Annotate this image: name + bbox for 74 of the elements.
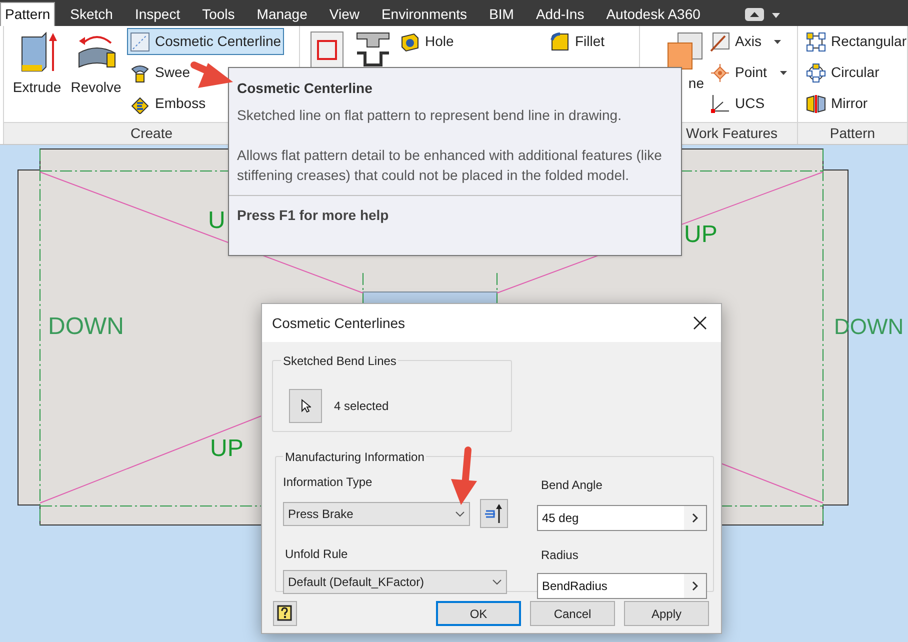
dialog-title: Cosmetic Centerlines [272, 314, 406, 332]
ucs-icon [710, 94, 730, 114]
panel-title: Pattern [830, 124, 876, 143]
help-icon [277, 605, 293, 622]
dropdown[interactable]: Default (Default_KFactor) [283, 570, 507, 594]
ribbon-button[interactable]: Point [707, 59, 790, 86]
minimize-ribbon-icon[interactable] [745, 8, 764, 21]
dropdown[interactable]: Press Brake [283, 502, 470, 526]
selection-count: 4 selected [334, 398, 389, 415]
circular-pattern-icon [806, 62, 826, 82]
ribbon-button[interactable]: Emboss [127, 90, 209, 117]
ribbon-tab[interactable]: View [322, 2, 366, 26]
ribbon-button[interactable]: ne [645, 28, 707, 92]
input-field[interactable]: BendRadius [537, 573, 707, 599]
ribbon-button[interactable]: Cosmetic Centerline [127, 28, 284, 55]
ribbon-tab[interactable]: Environments [374, 2, 474, 26]
ribbon-button[interactable]: Revolve [65, 28, 127, 96]
point-icon [710, 62, 730, 82]
ribbon-tab[interactable]: Pattern [0, 2, 56, 26]
bend-direction-label: UP [684, 221, 718, 249]
field-label: Information Type [283, 474, 374, 491]
hole-icon [400, 32, 420, 52]
ribbon-tab[interactable]: Add-Ins [528, 2, 592, 26]
bend-direction-label: U [208, 207, 226, 235]
ribbon-tab[interactable]: BIM [482, 2, 521, 26]
chevron-icon [492, 579, 502, 585]
caret-icon[interactable] [772, 13, 780, 18]
bend-direction-label: UP [210, 435, 244, 463]
chevron-icon [455, 510, 465, 516]
ribbon-tab[interactable]: Manage [250, 2, 314, 26]
rectangular-pattern-icon [806, 32, 826, 52]
tooltip-text: Allows flat pattern detail to be enhanced with additional features (like stiffening creases) that could not be placed in the folded model. [236, 146, 663, 185]
annotation-arrow [449, 445, 479, 507]
ribbon-button[interactable]: Fillet [547, 28, 608, 55]
ribbon-tab[interactable]: Autodesk A360 [599, 2, 708, 26]
dialog-button[interactable]: Cancel [530, 601, 615, 626]
chevron-icon[interactable] [684, 574, 706, 598]
ribbon-button[interactable]: Extrude [9, 28, 65, 96]
tooltip-footer: Press F1 for more help [229, 196, 681, 226]
close-icon[interactable] [693, 316, 707, 330]
ribbon-tab[interactable]: Tools [195, 2, 242, 26]
field-label: Bend Angle [541, 478, 602, 492]
fillet-icon [550, 32, 570, 52]
tooltip-title: Cosmetic Centerline [236, 79, 374, 98]
dialog-button[interactable]: Apply [624, 601, 709, 626]
ribbon-tab[interactable]: Inspect [128, 2, 188, 26]
input-field[interactable]: 45 deg [537, 505, 707, 531]
panel-title: Create [130, 124, 173, 143]
axis-icon [710, 32, 730, 52]
caret-icon [780, 70, 787, 74]
help-button[interactable] [273, 601, 297, 626]
ribbon-button[interactable]: Rectangular [803, 28, 908, 55]
chevron-icon[interactable] [684, 506, 706, 530]
ribbon-button[interactable]: Circular [803, 59, 882, 86]
bend-direction-label: DOWN [48, 313, 124, 341]
dialog-button[interactable]: OK [436, 601, 521, 626]
bend-direction-icon [484, 502, 504, 524]
sweep-icon [130, 62, 150, 82]
ribbon-button[interactable]: UCS [707, 90, 768, 117]
ribbon-button[interactable]: Mirror [803, 90, 871, 117]
mirror-icon [806, 94, 826, 114]
field-label: Unfold Rule [285, 547, 348, 561]
centerline-icon [130, 32, 150, 52]
tooltip-text: Sketched line on flat pattern to represent bend line in drawing. [236, 106, 622, 125]
caret-icon [774, 40, 782, 44]
ribbon-button[interactable]: Swee [127, 59, 194, 86]
ribbon-button[interactable]: Axis [707, 28, 784, 55]
ribbon-tab[interactable]: Sketch [63, 2, 120, 26]
panel-title: Work Features [686, 124, 778, 143]
ribbon-button[interactable]: Hole [397, 28, 457, 55]
edit-button[interactable] [480, 499, 508, 528]
select-button[interactable] [289, 389, 322, 423]
field-label: Radius [541, 548, 578, 562]
pointer-icon [300, 399, 310, 413]
